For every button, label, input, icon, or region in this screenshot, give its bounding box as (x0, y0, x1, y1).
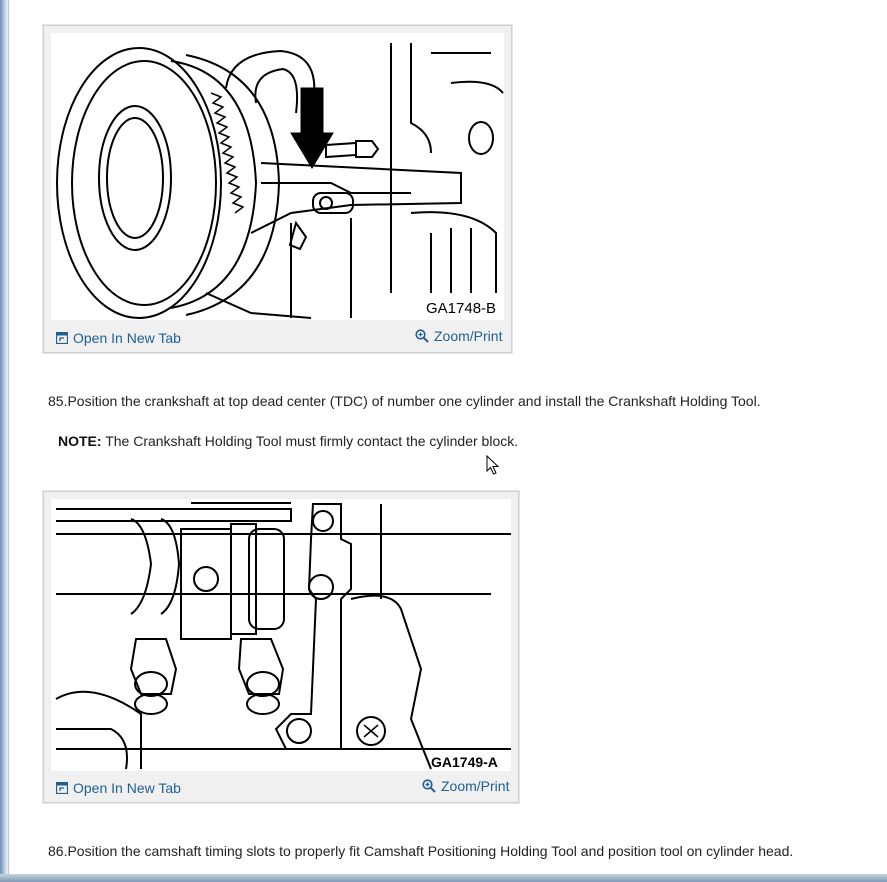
open-new-tab-label: Open In New Tab (73, 780, 181, 796)
window-bottom-border (0, 874, 887, 882)
figure-ga1749-a: GA1749-A Open In New Tab Zoom/Print (43, 491, 519, 803)
zoom-magnifier-icon (422, 779, 436, 793)
step-86-text: 86.Position the camshaft timing slots to… (48, 843, 794, 859)
zoom-magnifier-icon (415, 329, 429, 343)
zoom-print-label: Zoom/Print (434, 328, 503, 344)
figure-ga1748-b: GA1748-B Open In New Tab Zoom/Print (43, 25, 512, 353)
open-new-tab-icon (56, 782, 68, 794)
open-new-tab-icon (56, 332, 68, 344)
open-new-tab-label: Open In New Tab (73, 330, 181, 346)
figure-code-label: GA1748-B (426, 300, 496, 317)
zoom-print-link[interactable]: Zoom/Print (422, 778, 509, 794)
note-label: NOTE: (58, 433, 102, 449)
camshaft-holding-tool-illustration[interactable]: GA1749-A (51, 499, 511, 771)
zoom-print-label: Zoom/Print (441, 778, 510, 794)
figure-code-label: GA1749-A (431, 754, 498, 770)
note-body: The Crankshaft Holding Tool must firmly … (101, 433, 519, 449)
open-new-tab-link[interactable]: Open In New Tab (56, 780, 181, 796)
mouse-pointer-icon (486, 454, 500, 480)
crankshaft-pulley-illustration[interactable]: GA1748-B (51, 33, 504, 320)
step-85-text: 85.Position the crankshaft at top dead c… (48, 393, 761, 409)
open-new-tab-link[interactable]: Open In New Tab (56, 330, 181, 346)
window-left-border (0, 0, 10, 882)
zoom-print-link[interactable]: Zoom/Print (415, 328, 502, 344)
note-text: NOTE: The Crankshaft Holding Tool must f… (58, 433, 518, 449)
